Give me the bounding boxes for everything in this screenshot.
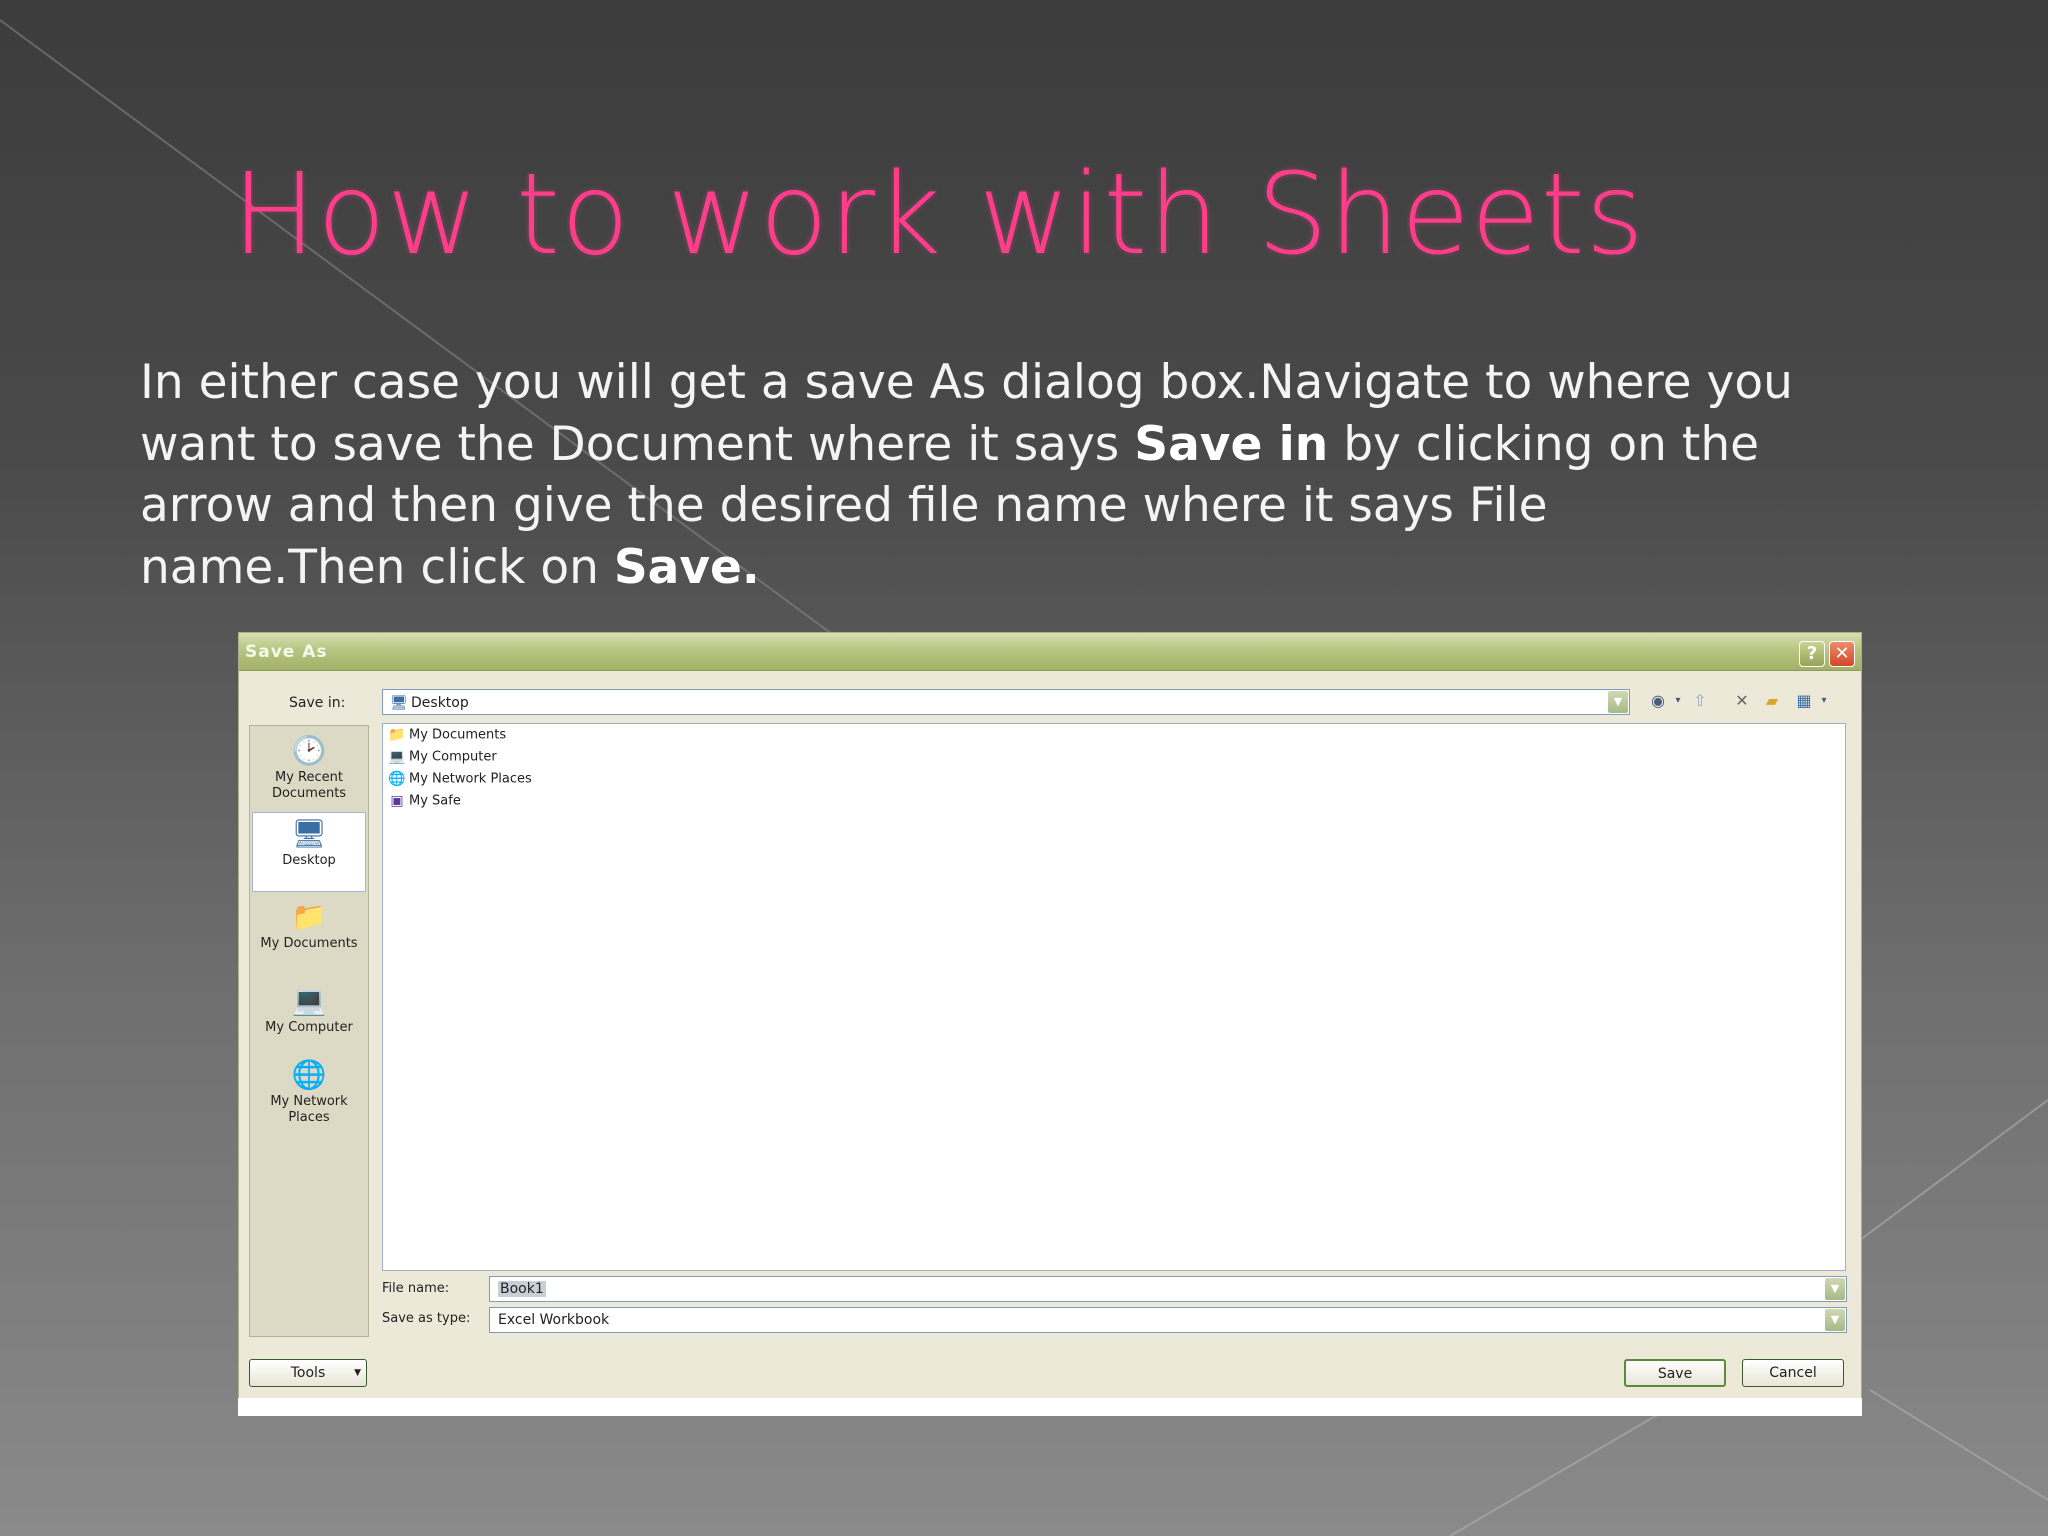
save-in-label: Save in: xyxy=(289,695,346,711)
cancel-button[interactable]: Cancel xyxy=(1742,1359,1844,1387)
new-folder-icon[interactable]: ▰ xyxy=(1761,691,1783,711)
save-in-value: Desktop xyxy=(411,695,469,711)
place-label: My Computer xyxy=(265,1020,353,1035)
close-button[interactable]: ✕ xyxy=(1829,641,1855,667)
save-as-dialog: Save As ? ✕ Save in: 🖥 Desktop ▼ ◉ ▾ ⇧ ✕ … xyxy=(238,632,1862,1415)
tools-label: Tools xyxy=(290,1365,326,1381)
file-name: My Documents xyxy=(409,727,507,743)
views-icon[interactable]: ▦ xyxy=(1793,691,1815,711)
place-label: My Network Places xyxy=(270,1094,348,1125)
place-my-documents[interactable]: 📁 My Documents xyxy=(252,896,366,976)
place-label: Desktop xyxy=(282,853,336,868)
places-bar: 🕑 My Recent Documents 🖥 Desktop 📁 My Doc… xyxy=(249,725,369,1337)
place-my-computer[interactable]: 💻 My Computer xyxy=(252,980,366,1060)
list-item[interactable]: ▣ My Safe xyxy=(387,792,461,812)
delete-icon[interactable]: ✕ xyxy=(1731,691,1753,711)
dialog-titlebar[interactable]: Save As ? ✕ xyxy=(239,633,1861,671)
network-places-icon: 🌐 xyxy=(291,1058,327,1091)
safe-icon: ▣ xyxy=(390,793,404,809)
file-list[interactable]: 📁 My Documents 💻 My Computer 🌐 My Network P… xyxy=(382,723,1846,1271)
dialog-toolbar: ◉ ▾ ⇧ ✕ ▰ ▦ ▾ xyxy=(1647,689,1847,715)
file-name-value: Book1 xyxy=(498,1281,546,1297)
network-icon: 🌐 xyxy=(388,771,406,787)
chevron-down-icon: ▼ xyxy=(354,1368,361,1378)
desktop-small-icon: 🖥 xyxy=(390,695,408,711)
computer-icon: 💻 xyxy=(388,749,406,765)
list-item[interactable]: 💻 My Computer xyxy=(387,748,497,768)
dialog-title: Save As xyxy=(245,642,328,662)
body-bold-save-in: Save in xyxy=(1134,416,1329,472)
back-icon[interactable]: ◉ xyxy=(1647,691,1669,711)
folder-icon: 📁 xyxy=(388,727,406,743)
desktop-icon: 🖥 xyxy=(291,817,327,850)
file-name: My Safe xyxy=(409,793,461,809)
my-computer-icon: 💻 xyxy=(291,984,327,1017)
list-item[interactable]: 📁 My Documents xyxy=(387,726,506,746)
file-name: My Computer xyxy=(409,749,497,765)
file-name: My Network Places xyxy=(409,771,532,787)
chevron-down-icon[interactable]: ▼ xyxy=(1825,1309,1845,1331)
place-my-recent-documents[interactable]: 🕑 My Recent Documents xyxy=(252,730,366,810)
file-name-input[interactable]: Book1 ▼ xyxy=(489,1276,1847,1302)
place-desktop[interactable]: 🖥 Desktop xyxy=(252,812,366,892)
recent-documents-icon: 🕑 xyxy=(291,734,327,767)
place-label: My Documents xyxy=(260,936,358,951)
save-in-dropdown[interactable]: 🖥 Desktop ▼ xyxy=(382,689,1630,715)
place-my-network-places[interactable]: 🌐 My Network Places xyxy=(252,1054,366,1134)
chevron-down-icon[interactable]: ▼ xyxy=(1608,691,1628,713)
save-as-type-value: Excel Workbook xyxy=(498,1312,610,1328)
slide-title: How to work with Sheets xyxy=(232,150,1645,280)
slide-body-text: In either case you will get a save As di… xyxy=(140,352,1820,602)
help-button[interactable]: ? xyxy=(1799,641,1825,667)
file-name-label: File name: xyxy=(382,1281,450,1296)
up-folder-icon[interactable]: ⇧ xyxy=(1689,691,1711,711)
save-as-type-label: Save as type: xyxy=(382,1311,471,1326)
list-item[interactable]: 🌐 My Network Places xyxy=(387,770,532,790)
views-dropdown-icon[interactable]: ▾ xyxy=(1813,691,1835,711)
excel-background-grid xyxy=(238,1398,1862,1416)
back-dropdown-icon[interactable]: ▾ xyxy=(1667,691,1689,711)
save-button[interactable]: Save xyxy=(1624,1359,1726,1387)
my-documents-icon: 📁 xyxy=(291,900,327,933)
place-label: My Recent Documents xyxy=(271,770,347,801)
chevron-down-icon[interactable]: ▼ xyxy=(1825,1278,1845,1300)
body-bold-save: Save. xyxy=(613,539,760,595)
save-as-type-dropdown[interactable]: Excel Workbook ▼ xyxy=(489,1307,1847,1333)
tools-button[interactable]: Tools ▼ xyxy=(249,1359,367,1387)
